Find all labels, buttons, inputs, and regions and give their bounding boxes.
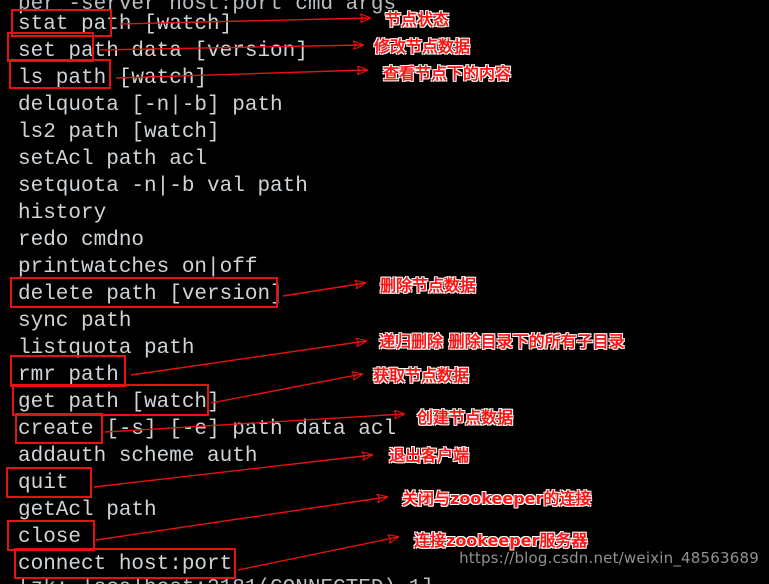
callout-connect: 连接zookeeper服务器 [414,531,588,550]
highlight-box-delete [10,277,278,308]
terminal-line: ls2 path [watch] [18,121,220,144]
highlight-box-rmr [10,355,126,387]
terminal-line: sync path [18,310,132,333]
highlight-box-get [12,384,209,416]
callout-set: 修改节点数据 [374,37,471,56]
terminal-line: history [18,202,107,225]
terminal-line: setquota -n|-b val path [18,175,308,198]
callout-get: 获取节点数据 [373,366,470,385]
highlight-box-ls [9,59,111,89]
terminal-line: redo cmdno [18,229,145,252]
terminal-line: addauth scheme auth [18,445,258,468]
callout-delete: 删除节点数据 [380,276,477,295]
terminal-screenshot: per -server host:port cmd args stat path … [0,0,769,584]
terminal-line: delquota [-n|-b] path [18,94,283,117]
highlight-box-close [7,520,95,551]
highlight-box-create [15,413,103,444]
terminal-line: printwatches on|off [18,256,258,279]
highlight-box-connect [14,548,236,579]
terminal-line: getAcl path [18,499,157,522]
terminal-line: setAcl path acl [18,148,208,171]
callout-quit: 退出客户端 [389,446,470,465]
callout-close: 关闭与zookeeper的连接 [402,489,592,508]
watermark-url: https://blog.csdn.net/weixin_48563689 [459,549,759,567]
highlight-box-quit [6,467,92,498]
callout-stat: 节点状态 [385,10,450,29]
callout-ls: 查看节点下的内容 [383,64,512,83]
callout-rmr: 递归删除 删除目录下的所有子目录 [379,332,625,351]
highlight-box-set [7,32,94,62]
callout-create: 创建节点数据 [417,408,514,427]
